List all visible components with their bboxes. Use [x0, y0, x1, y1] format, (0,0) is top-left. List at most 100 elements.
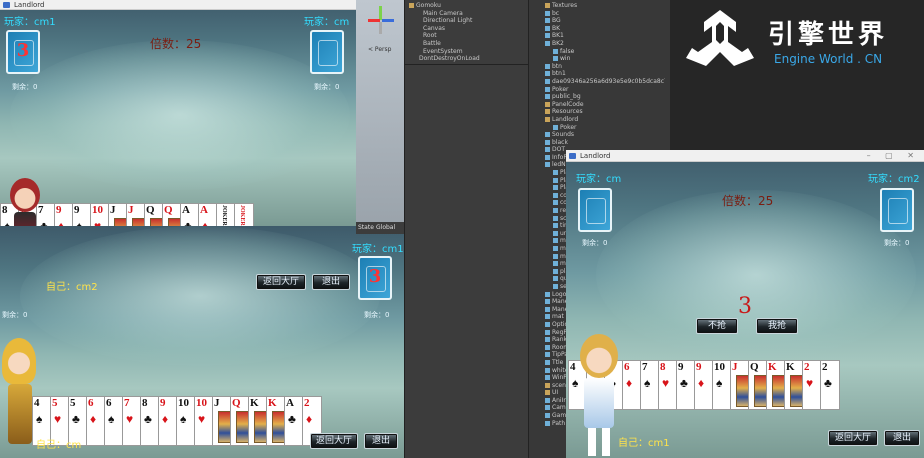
right-player-left-label: 玩家：cm: [576, 174, 622, 185]
window-controls[interactable]: – ▢ ✕: [867, 150, 920, 162]
playing-card[interactable]: J: [730, 360, 750, 410]
project-item[interactable]: public_bg: [535, 93, 665, 101]
card-rank: Q: [750, 361, 759, 373]
project-item[interactable]: win: [535, 55, 665, 63]
back-to-lobby-button-top[interactable]: 返回大厅: [256, 274, 306, 290]
right-back-to-lobby-button[interactable]: 返回大厅: [828, 430, 878, 446]
right-remaining-count: 剩余：0: [314, 83, 340, 91]
playing-card[interactable]: K: [766, 360, 786, 410]
playing-card[interactable]: A ♣: [284, 396, 304, 446]
card-rank: 10: [178, 397, 189, 409]
playing-card[interactable]: 9 ♦: [694, 360, 714, 410]
self-label-prefix: 自己：: [36, 440, 66, 451]
project-item-label: BK2: [552, 39, 564, 47]
card-rank: 10: [714, 361, 725, 373]
self-label-bottom: 自己：cm: [36, 436, 81, 451]
hierarchy-root[interactable]: Gomoku: [409, 2, 525, 10]
playing-card[interactable]: J: [126, 203, 146, 226]
asset-icon: [545, 40, 550, 46]
playing-card[interactable]: 10 ♠: [176, 396, 196, 446]
card-suit-icon: ♦: [90, 412, 97, 426]
right-exit-button[interactable]: 退出: [884, 430, 920, 446]
scene-view[interactable]: < Persp State Global: [356, 0, 404, 234]
playing-card[interactable]: 6 ♠: [104, 396, 124, 446]
project-item[interactable]: black: [535, 139, 665, 147]
playing-card[interactable]: 2 ♥: [802, 360, 822, 410]
playing-card[interactable]: K: [248, 396, 268, 446]
playing-card[interactable]: Q: [230, 396, 250, 446]
back-to-lobby-button-bottom[interactable]: 返回大厅: [310, 433, 358, 449]
playing-card[interactable]: 6 ♦: [86, 396, 106, 446]
project-item[interactable]: BK1: [535, 32, 665, 40]
project-item[interactable]: Poker: [535, 124, 665, 132]
hierarchy-item[interactable]: Directional Light: [409, 17, 525, 25]
playing-card[interactable]: A ♣: [180, 203, 200, 226]
playing-card[interactable]: J: [108, 203, 128, 226]
playing-card[interactable]: 9 ♦: [158, 396, 178, 446]
left-game-window-bottom: 自己：cm2 返回大厅 退出 玩家：cm1 3 剩余：0 剩余：0 4 ♠ 5 ♥ 5 ♣…: [0, 226, 404, 458]
playing-card[interactable]: K: [784, 360, 804, 410]
playing-card[interactable]: 10 ♥: [194, 396, 214, 446]
project-item-label: Textures: [552, 2, 578, 9]
playing-card[interactable]: A ♦: [198, 203, 218, 226]
project-item[interactable]: false: [535, 48, 665, 56]
project-item[interactable]: PanelCode: [535, 101, 665, 109]
right-opponent-cardback: [310, 30, 344, 74]
card-suit-icon: ♠: [108, 412, 115, 426]
hierarchy-item[interactable]: Main Camera: [409, 10, 525, 18]
playing-card[interactable]: JOKER: [234, 203, 254, 226]
exit-button-top[interactable]: 退出: [312, 274, 350, 290]
playing-card[interactable]: 8 ♣: [140, 396, 160, 446]
exit-button-bottom[interactable]: 退出: [364, 433, 398, 449]
card-rank: 8: [142, 397, 148, 409]
project-item[interactable]: BK2: [535, 40, 665, 48]
left-game-window-top: Landlord 玩家：cm1 玩家：cm 3 倍数：25 剩余：0 剩余：0 …: [0, 0, 356, 226]
no-grab-button[interactable]: 不抢: [696, 318, 738, 334]
card-rank: JOKER: [221, 205, 227, 226]
hierarchy-item[interactable]: EventSystem: [409, 48, 525, 56]
grab-button[interactable]: 我抢: [756, 318, 798, 334]
project-item[interactable]: Resources: [535, 108, 665, 116]
persp-label[interactable]: < Persp: [368, 46, 391, 53]
hierarchy-item[interactable]: Canvas: [409, 25, 525, 33]
project-item[interactable]: dae09346a256a6d93e5e9c0b5dca8c7: [535, 78, 665, 86]
project-item[interactable]: Textures: [535, 2, 665, 10]
playing-card[interactable]: 10 ♥: [90, 203, 110, 226]
card-suit-icon: ♦: [698, 376, 705, 390]
card-suit-icon: ♠: [644, 376, 651, 390]
right-player-right-label: 玩家：cm2: [868, 174, 920, 185]
right-remaining-count-2: 剩余：0: [364, 311, 390, 319]
project-item[interactable]: btn: [535, 63, 665, 71]
asset-icon: [545, 291, 550, 297]
scene-gizmo[interactable]: [366, 6, 396, 36]
project-item[interactable]: Sounds: [535, 131, 665, 139]
project-item[interactable]: BG: [535, 17, 665, 25]
project-item[interactable]: BK: [535, 25, 665, 33]
project-item[interactable]: Landlord: [535, 116, 665, 124]
playing-card[interactable]: K: [266, 396, 286, 446]
project-item[interactable]: Poker: [535, 86, 665, 94]
hierarchy-item[interactable]: Root: [409, 32, 525, 40]
playing-card[interactable]: 10 ♠: [712, 360, 732, 410]
playing-card[interactable]: JOKER: [216, 203, 236, 226]
project-item[interactable]: bc: [535, 10, 665, 18]
playing-card[interactable]: Q: [144, 203, 164, 226]
playing-card[interactable]: 9 ♦: [54, 203, 74, 226]
playing-card[interactable]: Q: [162, 203, 182, 226]
playing-card[interactable]: 9 ♣: [676, 360, 696, 410]
playing-card[interactable]: Q: [748, 360, 768, 410]
playing-card[interactable]: 8 ♥: [658, 360, 678, 410]
playing-card[interactable]: J: [212, 396, 232, 446]
playing-card[interactable]: 7♥: [122, 396, 142, 446]
state-tab[interactable]: State: [358, 224, 374, 231]
playing-card[interactable]: 7 ♠: [640, 360, 660, 410]
asset-icon: [553, 170, 558, 176]
playing-card[interactable]: 2 ♣: [820, 360, 840, 410]
globals-tab[interactable]: Global: [376, 224, 395, 231]
project-item[interactable]: btn1: [535, 70, 665, 78]
hierarchy-item[interactable]: Battle: [409, 40, 525, 48]
project-item-label: black: [552, 138, 568, 146]
hierarchy-item[interactable]: DontDestroyOnLoad: [409, 55, 525, 63]
playing-card[interactable]: 9 ♠: [72, 203, 92, 226]
card-rank: 5: [70, 397, 76, 409]
